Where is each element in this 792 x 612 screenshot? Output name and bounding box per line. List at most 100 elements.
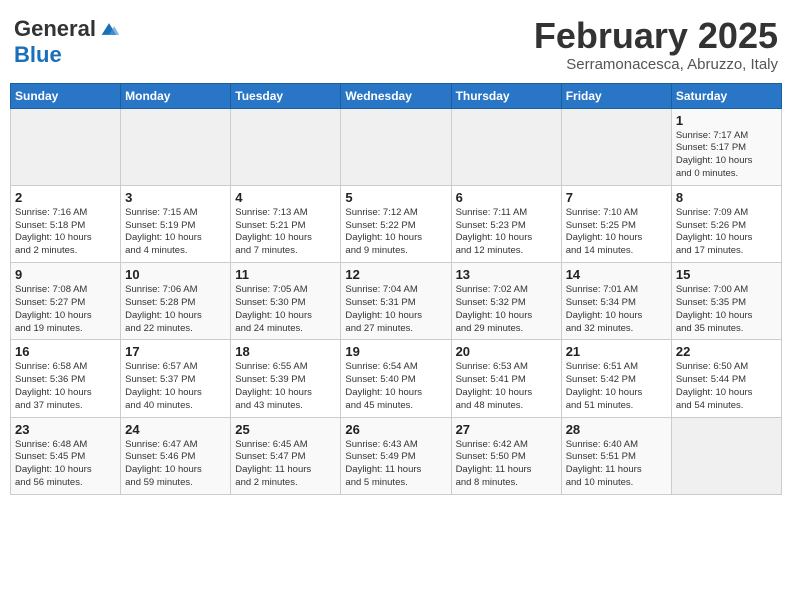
day-number: 1 xyxy=(676,113,777,128)
day-info: Sunrise: 6:57 AM Sunset: 5:37 PM Dayligh… xyxy=(125,361,226,412)
day-number: 14 xyxy=(566,267,667,282)
day-info: Sunrise: 7:11 AM Sunset: 5:23 PM Dayligh… xyxy=(456,207,557,258)
day-number: 19 xyxy=(345,344,446,359)
logo: General Blue xyxy=(14,16,120,68)
day-info: Sunrise: 7:13 AM Sunset: 5:21 PM Dayligh… xyxy=(235,207,336,258)
day-number: 5 xyxy=(345,190,446,205)
day-info: Sunrise: 7:16 AM Sunset: 5:18 PM Dayligh… xyxy=(15,207,116,258)
day-info: Sunrise: 6:48 AM Sunset: 5:45 PM Dayligh… xyxy=(15,439,116,490)
day-info: Sunrise: 6:58 AM Sunset: 5:36 PM Dayligh… xyxy=(15,361,116,412)
day-number: 18 xyxy=(235,344,336,359)
day-info: Sunrise: 7:15 AM Sunset: 5:19 PM Dayligh… xyxy=(125,207,226,258)
week-row-2: 2 Sunrise: 7:16 AM Sunset: 5:18 PM Daylig… xyxy=(11,185,782,262)
day-info: Sunrise: 6:43 AM Sunset: 5:49 PM Dayligh… xyxy=(345,439,446,490)
day-number: 10 xyxy=(125,267,226,282)
day-info: Sunrise: 6:55 AM Sunset: 5:39 PM Dayligh… xyxy=(235,361,336,412)
day-number: 24 xyxy=(125,422,226,437)
calendar-cell: 12 Sunrise: 7:04 AM Sunset: 5:31 PM Dayli… xyxy=(341,263,451,340)
day-info: Sunrise: 7:04 AM Sunset: 5:31 PM Dayligh… xyxy=(345,284,446,335)
weekday-friday: Friday xyxy=(561,83,671,108)
calendar-cell xyxy=(561,108,671,185)
day-info: Sunrise: 6:42 AM Sunset: 5:50 PM Dayligh… xyxy=(456,439,557,490)
calendar-cell: 17 Sunrise: 6:57 AM Sunset: 5:37 PM Dayli… xyxy=(121,340,231,417)
weekday-monday: Monday xyxy=(121,83,231,108)
day-info: Sunrise: 7:05 AM Sunset: 5:30 PM Dayligh… xyxy=(235,284,336,335)
location: Serramonacesca, Abruzzo, Italy xyxy=(534,56,778,73)
calendar-cell: 18 Sunrise: 6:55 AM Sunset: 5:39 PM Dayli… xyxy=(231,340,341,417)
month-title: February 2025 xyxy=(534,16,778,56)
calendar-cell: 9 Sunrise: 7:08 AM Sunset: 5:27 PM Daylig… xyxy=(11,263,121,340)
day-number: 3 xyxy=(125,190,226,205)
calendar-cell: 14Sunrise: 7:01 AM Sunset: 5:34 PM Dayli… xyxy=(561,263,671,340)
day-info: Sunrise: 6:45 AM Sunset: 5:47 PM Dayligh… xyxy=(235,439,336,490)
calendar-cell: 21 Sunrise: 6:51 AM Sunset: 5:42 PM Dayli… xyxy=(561,340,671,417)
title-block: February 2025 Serramonacesca, Abruzzo, I… xyxy=(534,16,778,73)
day-number: 15 xyxy=(676,267,777,282)
week-row-1: 1 Sunrise: 7:17 AM Sunset: 5:17 PM Daylig… xyxy=(11,108,782,185)
day-info: Sunrise: 7:06 AM Sunset: 5:28 PM Dayligh… xyxy=(125,284,226,335)
logo-general-text: General xyxy=(14,16,96,42)
calendar-cell: 10 Sunrise: 7:06 AM Sunset: 5:28 PM Dayli… xyxy=(121,263,231,340)
week-row-4: 16 Sunrise: 6:58 AM Sunset: 5:36 PM Dayli… xyxy=(11,340,782,417)
day-number: 11 xyxy=(235,267,336,282)
day-info: Sunrise: 6:51 AM Sunset: 5:42 PM Dayligh… xyxy=(566,361,667,412)
day-number: 2 xyxy=(15,190,116,205)
day-number: 27 xyxy=(456,422,557,437)
calendar-cell xyxy=(671,417,781,494)
day-info: Sunrise: 7:10 AM Sunset: 5:25 PM Dayligh… xyxy=(566,207,667,258)
calendar-cell: 3 Sunrise: 7:15 AM Sunset: 5:19 PM Daylig… xyxy=(121,185,231,262)
page-header: General Blue February 2025 Serramonacesc… xyxy=(10,10,782,79)
calendar-cell xyxy=(11,108,121,185)
day-info: Sunrise: 6:53 AM Sunset: 5:41 PM Dayligh… xyxy=(456,361,557,412)
calendar-cell: 24Sunrise: 6:47 AM Sunset: 5:46 PM Dayli… xyxy=(121,417,231,494)
weekday-saturday: Saturday xyxy=(671,83,781,108)
day-info: Sunrise: 6:40 AM Sunset: 5:51 PM Dayligh… xyxy=(566,439,667,490)
day-number: 12 xyxy=(345,267,446,282)
day-number: 9 xyxy=(15,267,116,282)
day-info: Sunrise: 7:00 AM Sunset: 5:35 PM Dayligh… xyxy=(676,284,777,335)
day-number: 28 xyxy=(566,422,667,437)
day-number: 13 xyxy=(456,267,557,282)
day-number: 7 xyxy=(566,190,667,205)
day-info: Sunrise: 6:54 AM Sunset: 5:40 PM Dayligh… xyxy=(345,361,446,412)
week-row-3: 9 Sunrise: 7:08 AM Sunset: 5:27 PM Daylig… xyxy=(11,263,782,340)
calendar-cell: 15 Sunrise: 7:00 AM Sunset: 5:35 PM Dayli… xyxy=(671,263,781,340)
day-number: 6 xyxy=(456,190,557,205)
calendar-table: SundayMondayTuesdayWednesdayThursdayFrid… xyxy=(10,83,782,495)
day-number: 16 xyxy=(15,344,116,359)
day-info: Sunrise: 7:12 AM Sunset: 5:22 PM Dayligh… xyxy=(345,207,446,258)
day-info: Sunrise: 7:09 AM Sunset: 5:26 PM Dayligh… xyxy=(676,207,777,258)
calendar-cell: 1 Sunrise: 7:17 AM Sunset: 5:17 PM Daylig… xyxy=(671,108,781,185)
day-info: Sunrise: 7:02 AM Sunset: 5:32 PM Dayligh… xyxy=(456,284,557,335)
day-info: Sunrise: 6:50 AM Sunset: 5:44 PM Dayligh… xyxy=(676,361,777,412)
calendar-cell: 25 Sunrise: 6:45 AM Sunset: 5:47 PM Dayli… xyxy=(231,417,341,494)
day-info: Sunrise: 7:17 AM Sunset: 5:17 PM Dayligh… xyxy=(676,130,777,181)
day-number: 4 xyxy=(235,190,336,205)
calendar-cell: 4 Sunrise: 7:13 AM Sunset: 5:21 PM Daylig… xyxy=(231,185,341,262)
calendar-cell: 16 Sunrise: 6:58 AM Sunset: 5:36 PM Dayli… xyxy=(11,340,121,417)
day-number: 8 xyxy=(676,190,777,205)
calendar-cell: 5 Sunrise: 7:12 AM Sunset: 5:22 PM Daylig… xyxy=(341,185,451,262)
calendar-cell: 23 Sunrise: 6:48 AM Sunset: 5:45 PM Dayli… xyxy=(11,417,121,494)
logo-icon xyxy=(98,18,120,40)
logo-blue-text: Blue xyxy=(14,42,62,67)
day-number: 25 xyxy=(235,422,336,437)
calendar-cell xyxy=(231,108,341,185)
day-info: Sunrise: 7:08 AM Sunset: 5:27 PM Dayligh… xyxy=(15,284,116,335)
weekday-wednesday: Wednesday xyxy=(341,83,451,108)
calendar-cell xyxy=(451,108,561,185)
week-row-5: 23 Sunrise: 6:48 AM Sunset: 5:45 PM Dayli… xyxy=(11,417,782,494)
calendar-cell: 27 Sunrise: 6:42 AM Sunset: 5:50 PM Dayli… xyxy=(451,417,561,494)
weekday-sunday: Sunday xyxy=(11,83,121,108)
weekday-tuesday: Tuesday xyxy=(231,83,341,108)
weekday-header-row: SundayMondayTuesdayWednesdayThursdayFrid… xyxy=(11,83,782,108)
weekday-thursday: Thursday xyxy=(451,83,561,108)
calendar-cell: 28 Sunrise: 6:40 AM Sunset: 5:51 PM Dayli… xyxy=(561,417,671,494)
calendar-cell: 11 Sunrise: 7:05 AM Sunset: 5:30 PM Dayli… xyxy=(231,263,341,340)
calendar-cell xyxy=(121,108,231,185)
day-number: 21 xyxy=(566,344,667,359)
day-number: 23 xyxy=(15,422,116,437)
calendar-cell: 19 Sunrise: 6:54 AM Sunset: 5:40 PM Dayli… xyxy=(341,340,451,417)
calendar-cell: 26Sunrise: 6:43 AM Sunset: 5:49 PM Dayli… xyxy=(341,417,451,494)
day-number: 17 xyxy=(125,344,226,359)
